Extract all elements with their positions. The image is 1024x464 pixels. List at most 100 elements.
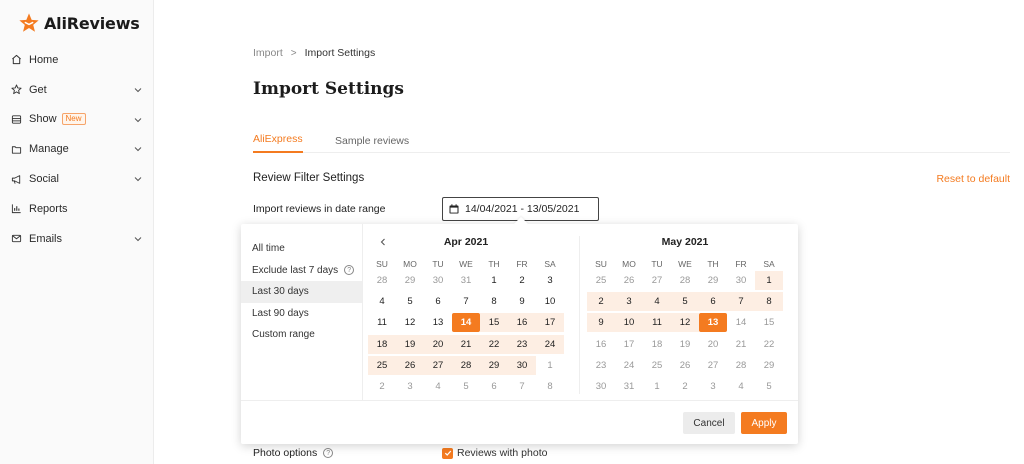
- calendar-day[interactable]: 7: [727, 292, 755, 312]
- calendar-day[interactable]: 3: [615, 292, 643, 312]
- calendar-day[interactable]: 16: [508, 313, 536, 333]
- calendar-day[interactable]: 23: [587, 356, 615, 375]
- sidebar-item-social[interactable]: Social: [0, 164, 154, 194]
- calendar-day[interactable]: 16: [587, 335, 615, 354]
- calendar-day[interactable]: 19: [396, 334, 424, 354]
- calendar-day[interactable]: 2: [508, 271, 536, 290]
- calendar-day[interactable]: 19: [671, 335, 699, 354]
- sidebar-item-reports[interactable]: Reports: [0, 194, 154, 224]
- calendar-day[interactable]: 12: [671, 313, 699, 333]
- calendar-day[interactable]: 2: [587, 292, 615, 312]
- previous-month-icon[interactable]: [378, 237, 388, 247]
- calendar-day[interactable]: 25: [587, 271, 615, 290]
- reset-to-default-link[interactable]: Reset to default: [936, 173, 1010, 185]
- calendar-day[interactable]: 30: [424, 271, 452, 290]
- calendar-day[interactable]: 8: [755, 292, 783, 312]
- calendar-day[interactable]: 3: [699, 377, 727, 396]
- calendar-day[interactable]: 28: [727, 356, 755, 375]
- calendar-day[interactable]: 21: [452, 334, 480, 354]
- calendar-day[interactable]: 11: [643, 313, 671, 333]
- calendar-day[interactable]: 4: [643, 292, 671, 312]
- calendar-day[interactable]: 2: [671, 377, 699, 396]
- calendar-day[interactable]: 5: [671, 292, 699, 312]
- calendar-day[interactable]: 12: [396, 313, 424, 332]
- calendar-day[interactable]: 17: [536, 313, 564, 333]
- calendar-day[interactable]: 9: [508, 292, 536, 311]
- calendar-day-selected[interactable]: 14: [452, 313, 480, 333]
- calendar-day[interactable]: 7: [508, 377, 536, 396]
- calendar-day[interactable]: 5: [755, 377, 783, 396]
- calendar-day[interactable]: 5: [396, 292, 424, 311]
- calendar-day[interactable]: 1: [480, 271, 508, 290]
- calendar-day[interactable]: 26: [615, 271, 643, 290]
- preset-custom-range[interactable]: Custom range: [241, 324, 362, 346]
- calendar-day[interactable]: 29: [480, 355, 508, 375]
- calendar-day[interactable]: 13: [424, 313, 452, 332]
- calendar-day[interactable]: 3: [536, 271, 564, 290]
- cancel-button[interactable]: Cancel: [683, 412, 735, 434]
- calendar-day[interactable]: 18: [368, 334, 396, 354]
- calendar-day[interactable]: 4: [727, 377, 755, 396]
- help-icon[interactable]: ?: [344, 265, 355, 276]
- apply-button[interactable]: Apply: [741, 412, 787, 434]
- calendar-day[interactable]: 28: [452, 355, 480, 375]
- calendar-day[interactable]: 26: [396, 355, 424, 375]
- tab-sample-reviews[interactable]: Sample reviews: [335, 135, 409, 147]
- calendar-day[interactable]: 20: [699, 335, 727, 354]
- calendar-day[interactable]: 17: [615, 335, 643, 354]
- calendar-day[interactable]: 31: [452, 271, 480, 290]
- calendar-day[interactable]: 21: [727, 335, 755, 354]
- reviews-with-photo-option[interactable]: Reviews with photo: [442, 447, 547, 459]
- calendar-day[interactable]: 22: [755, 335, 783, 354]
- sidebar-item-get[interactable]: Get: [0, 75, 154, 105]
- calendar-day[interactable]: 8: [480, 292, 508, 311]
- calendar-day-selected[interactable]: 13: [699, 313, 727, 333]
- calendar-day[interactable]: 7: [452, 292, 480, 311]
- calendar-day[interactable]: 11: [368, 313, 396, 332]
- calendar-day[interactable]: 3: [396, 377, 424, 396]
- calendar-day[interactable]: 5: [452, 377, 480, 396]
- tab-aliexpress[interactable]: AliExpress: [253, 133, 303, 153]
- calendar-day[interactable]: 27: [424, 355, 452, 375]
- calendar-day[interactable]: 4: [424, 377, 452, 396]
- calendar-day[interactable]: 10: [615, 313, 643, 333]
- reviews-with-photo-checkbox[interactable]: [442, 447, 453, 459]
- calendar-day[interactable]: 1: [536, 356, 564, 375]
- preset-last-90-days[interactable]: Last 90 days: [241, 303, 362, 325]
- preset-last-30-days[interactable]: Last 30 days: [241, 281, 362, 303]
- preset-exclude-last-7-days[interactable]: Exclude last 7 days ?: [241, 260, 362, 282]
- calendar-day[interactable]: 30: [587, 377, 615, 396]
- calendar-day[interactable]: 8: [536, 377, 564, 396]
- calendar-day[interactable]: 23: [508, 334, 536, 354]
- calendar-day[interactable]: 15: [755, 313, 783, 332]
- sidebar-item-emails[interactable]: Emails: [0, 224, 154, 254]
- calendar-day[interactable]: 6: [424, 292, 452, 311]
- calendar-day[interactable]: 22: [480, 334, 508, 354]
- sidebar-item-show[interactable]: Show New: [0, 105, 154, 135]
- calendar-day[interactable]: 15: [480, 313, 508, 333]
- calendar-day[interactable]: 25: [368, 355, 396, 375]
- calendar-day[interactable]: 4: [368, 292, 396, 311]
- calendar-day[interactable]: 28: [671, 271, 699, 290]
- calendar-day[interactable]: 14: [727, 313, 755, 332]
- calendar-day[interactable]: 2: [368, 377, 396, 396]
- help-icon[interactable]: ?: [323, 448, 334, 458]
- calendar-day[interactable]: 9: [587, 313, 615, 333]
- calendar-day[interactable]: 29: [396, 271, 424, 290]
- calendar-day[interactable]: 29: [699, 271, 727, 290]
- breadcrumb-parent-link[interactable]: Import: [253, 47, 283, 59]
- calendar-day[interactable]: 1: [755, 271, 783, 290]
- calendar-day[interactable]: 24: [615, 356, 643, 375]
- calendar-day[interactable]: 6: [699, 292, 727, 312]
- calendar-day[interactable]: 20: [424, 334, 452, 354]
- calendar-day[interactable]: 30: [727, 271, 755, 290]
- calendar-day[interactable]: 26: [671, 356, 699, 375]
- calendar-day[interactable]: 18: [643, 335, 671, 354]
- calendar-day[interactable]: 27: [643, 271, 671, 290]
- calendar-day[interactable]: 25: [643, 356, 671, 375]
- sidebar-item-manage[interactable]: Manage: [0, 134, 154, 164]
- sidebar-item-home[interactable]: Home: [0, 45, 154, 75]
- app-logo[interactable]: AliReviews: [18, 12, 140, 34]
- calendar-day[interactable]: 30: [508, 355, 536, 375]
- calendar-day[interactable]: 28: [368, 271, 396, 290]
